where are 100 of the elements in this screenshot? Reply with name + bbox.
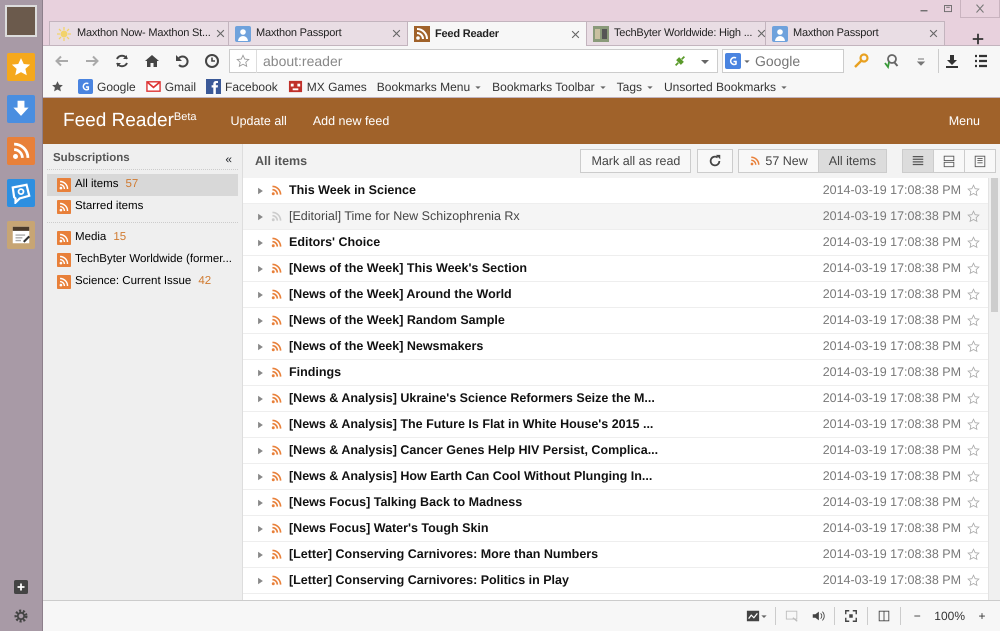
search-field[interactable]: Google: [753, 50, 843, 72]
expand-arrow-icon[interactable]: [257, 524, 264, 532]
view-toggle[interactable]: [933, 149, 965, 173]
star-outline-icon[interactable]: [967, 574, 980, 587]
subscription-item[interactable]: All items 57: [47, 174, 238, 196]
mark-all-read-button[interactable]: Mark all as read: [580, 149, 692, 173]
star-outline-icon[interactable]: [967, 340, 980, 353]
close-icon[interactable]: [392, 29, 401, 38]
bookmark-item[interactable]: Unsorted Bookmarks: [660, 78, 792, 96]
screen-icon[interactable]: [785, 609, 800, 623]
article-title[interactable]: [Editorial] Time for New Schizophrenia Rx: [289, 207, 817, 226]
favorites-star-icon[interactable]: [10, 56, 32, 78]
subscription-item[interactable]: TechByter Worldwide (former...: [47, 249, 238, 271]
star-outline-icon[interactable]: [967, 314, 980, 327]
bookmark-item[interactable]: Gmail: [142, 78, 200, 96]
article-title[interactable]: [News of the Week] Around the World: [289, 285, 817, 304]
article-title[interactable]: [News of the Week] This Week's Section: [289, 259, 817, 278]
star-outline-icon[interactable]: [967, 288, 980, 301]
browser-tab[interactable]: Maxthon Passport: [228, 21, 408, 45]
address-bar[interactable]: about:reader: [229, 49, 718, 73]
notepad-icon[interactable]: [10, 224, 32, 246]
search-box[interactable]: Google: [722, 49, 844, 73]
header-link[interactable]: Update all: [230, 112, 287, 130]
star-outline-icon[interactable]: [967, 236, 980, 249]
browser-tab[interactable]: TechByter Worldwide: High ...: [586, 21, 766, 45]
expand-arrow-icon[interactable]: [257, 316, 264, 324]
article-title[interactable]: [News & Analysis] The Future Is Flat in White House's 2015 ...: [289, 415, 817, 434]
article-title[interactable]: [News of the Week] Random Sample: [289, 311, 817, 330]
expand-arrow-icon[interactable]: [257, 498, 264, 506]
zoom-in-button[interactable]: +: [970, 605, 994, 627]
collapse-button[interactable]: «: [225, 150, 232, 168]
filter-toggle[interactable]: 57 New: [738, 149, 819, 173]
scrollbar-thumb[interactable]: [991, 178, 998, 312]
speaker-icon[interactable]: [811, 609, 826, 623]
star-outline-icon[interactable]: [967, 522, 980, 535]
back-arrow-icon[interactable]: [54, 53, 70, 69]
chat-bubble-icon[interactable]: [10, 182, 32, 204]
article-title[interactable]: [News of the Week] Newsmakers: [289, 337, 817, 356]
magnifier-icon[interactable]: [883, 53, 899, 69]
view-toggle[interactable]: [902, 149, 934, 173]
close-icon[interactable]: [929, 29, 938, 38]
subscription-item[interactable]: Science: Current Issue 42: [47, 271, 238, 293]
expand-arrow-icon[interactable]: [257, 420, 264, 428]
bookmark-item[interactable]: Bookmarks Menu: [372, 78, 486, 96]
expand-arrow-icon[interactable]: [257, 212, 264, 220]
fullscreen-icon[interactable]: [844, 609, 858, 623]
chart-icon[interactable]: [746, 609, 760, 623]
add-icon[interactable]: [14, 580, 28, 594]
article-title[interactable]: Editors' Choice: [289, 233, 817, 252]
rss-feed-icon[interactable]: [10, 140, 32, 162]
star-outline-icon[interactable]: [967, 548, 980, 561]
bookmark-item[interactable]: Facebook: [202, 78, 282, 96]
filter-toggle[interactable]: All items: [818, 149, 887, 173]
star-outline-icon[interactable]: [967, 184, 980, 197]
star-outline-icon[interactable]: [967, 496, 980, 509]
add-icon[interactable]: [972, 33, 984, 45]
zoom-out-button[interactable]: −: [905, 605, 930, 627]
star-outline-icon[interactable]: [967, 210, 980, 223]
menu-link[interactable]: Menu: [948, 112, 980, 130]
star-outline-icon[interactable]: [967, 392, 980, 405]
bookmark-item[interactable]: Bookmarks Toolbar: [488, 78, 611, 96]
expand-arrow-icon[interactable]: [257, 368, 264, 376]
article-title[interactable]: This Week in Science: [289, 181, 817, 200]
avatar-placeholder[interactable]: [5, 5, 37, 37]
home-icon[interactable]: [144, 53, 160, 69]
bookmark-item[interactable]: MX Games: [284, 78, 371, 96]
menu-icon[interactable]: [973, 53, 989, 69]
star-outline-icon[interactable]: [967, 470, 980, 483]
expand-arrow-icon[interactable]: [257, 394, 264, 402]
reload-icon[interactable]: [114, 53, 130, 69]
expand-arrow-icon[interactable]: [257, 550, 264, 558]
browser-tab[interactable]: Maxthon Now- Maxthon St...: [49, 21, 229, 45]
article-title[interactable]: Findings: [289, 363, 817, 382]
key-icon[interactable]: [853, 53, 869, 69]
close-icon[interactable]: [571, 30, 580, 38]
article-title[interactable]: [Letter] Conserving Carnivores: More than Numbers: [289, 545, 817, 564]
expand-arrow-icon[interactable]: [257, 264, 264, 272]
expand-arrow-icon[interactable]: [257, 576, 264, 584]
expand-arrow-icon[interactable]: [257, 186, 264, 194]
close-icon[interactable]: [216, 29, 225, 38]
article-title[interactable]: [News Focus] Talking Back to Madness: [289, 493, 817, 512]
close-icon[interactable]: [973, 2, 987, 16]
settings-icon[interactable]: [13, 608, 29, 624]
article-title[interactable]: [Letter] Conserving Carnivores: Politics in Play: [289, 571, 817, 590]
expand-arrow-icon[interactable]: [257, 446, 264, 454]
star-outline-icon[interactable]: [967, 366, 980, 379]
star-outline-icon[interactable]: [967, 444, 980, 457]
address-field[interactable]: about:reader: [256, 50, 667, 72]
plug-icon[interactable]: [673, 54, 687, 68]
star-outline-icon[interactable]: [236, 54, 250, 68]
forward-arrow-icon[interactable]: [84, 53, 100, 69]
bookmark-star-icon[interactable]: [51, 80, 64, 93]
article-title[interactable]: [News & Analysis] Cancer Genes Help HIV Persist, Complica...: [289, 441, 817, 460]
google-icon[interactable]: [725, 53, 741, 69]
view-toggle[interactable]: [964, 149, 996, 173]
header-link[interactable]: Add new feed: [312, 112, 390, 130]
split-screen-icon[interactable]: [877, 609, 892, 623]
expand-arrow-icon[interactable]: [257, 342, 264, 350]
undo-icon[interactable]: [174, 53, 190, 69]
subscription-item[interactable]: Starred items: [47, 196, 238, 218]
